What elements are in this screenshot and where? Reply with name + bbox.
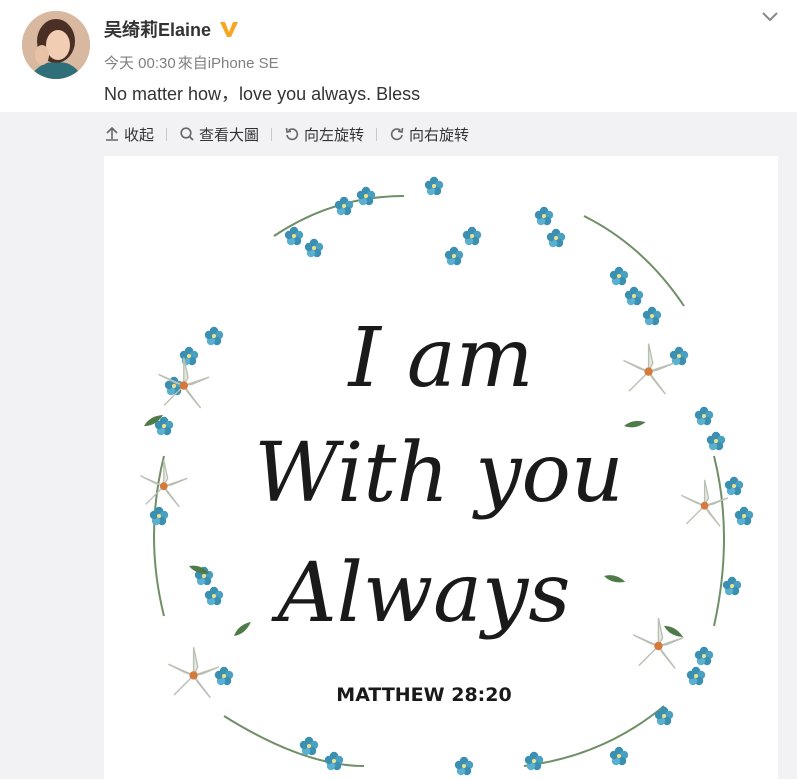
chevron-down-icon[interactable] — [760, 10, 780, 24]
floral-verse-image: I am With you Always MATTHEW 28:20 — [139, 176, 754, 776]
rotate-right-icon — [390, 127, 404, 141]
verse-line-2: With you — [254, 426, 623, 521]
arrow-up-icon — [106, 126, 118, 141]
post-image[interactable]: I am With you Always MATTHEW 28:20 — [104, 156, 778, 779]
view-large-label: 查看大圖 — [199, 126, 260, 144]
post-text: No matter how，love you always. Bless — [104, 84, 421, 104]
media-panel: 收起 查看大圖 向左旋转 向右旋转 I am With you Always M… — [0, 112, 797, 779]
toolbar-divider — [166, 127, 168, 141]
search-icon — [180, 127, 194, 141]
post-header: 吴绮莉Elaine 今天 00:30 來自iPhone SE No matter … — [0, 0, 797, 112]
rotate-right-button[interactable]: 向右旋转 — [389, 124, 469, 145]
verse-line-1: I am — [346, 311, 533, 406]
verse-reference: MATTHEW 28:20 — [336, 684, 511, 706]
post-source: 來自iPhone SE — [177, 55, 279, 72]
rotate-left-icon — [285, 127, 299, 141]
avatar-image — [22, 11, 90, 79]
rotate-left-button[interactable]: 向左旋转 — [284, 124, 364, 145]
toolbar-divider — [376, 127, 378, 141]
collapse-button[interactable]: 收起 — [104, 124, 154, 145]
toolbar-divider — [271, 127, 273, 141]
post-meta: 今天 00:30 來自iPhone SE — [104, 52, 279, 73]
view-large-button[interactable]: 查看大圖 — [179, 124, 259, 145]
author-name[interactable]: 吴绮莉Elaine — [104, 16, 211, 42]
verse-line-3: Always — [271, 546, 571, 641]
avatar[interactable] — [22, 11, 90, 79]
post-time[interactable]: 今天 00:30 — [104, 55, 176, 72]
collapse-label: 收起 — [124, 126, 155, 144]
rotate-left-label: 向左旋转 — [304, 126, 365, 144]
verified-badge-icon[interactable] — [219, 19, 239, 39]
image-toolbar: 收起 查看大圖 向左旋转 向右旋转 — [104, 122, 469, 146]
rotate-right-label: 向右旋转 — [409, 126, 470, 144]
